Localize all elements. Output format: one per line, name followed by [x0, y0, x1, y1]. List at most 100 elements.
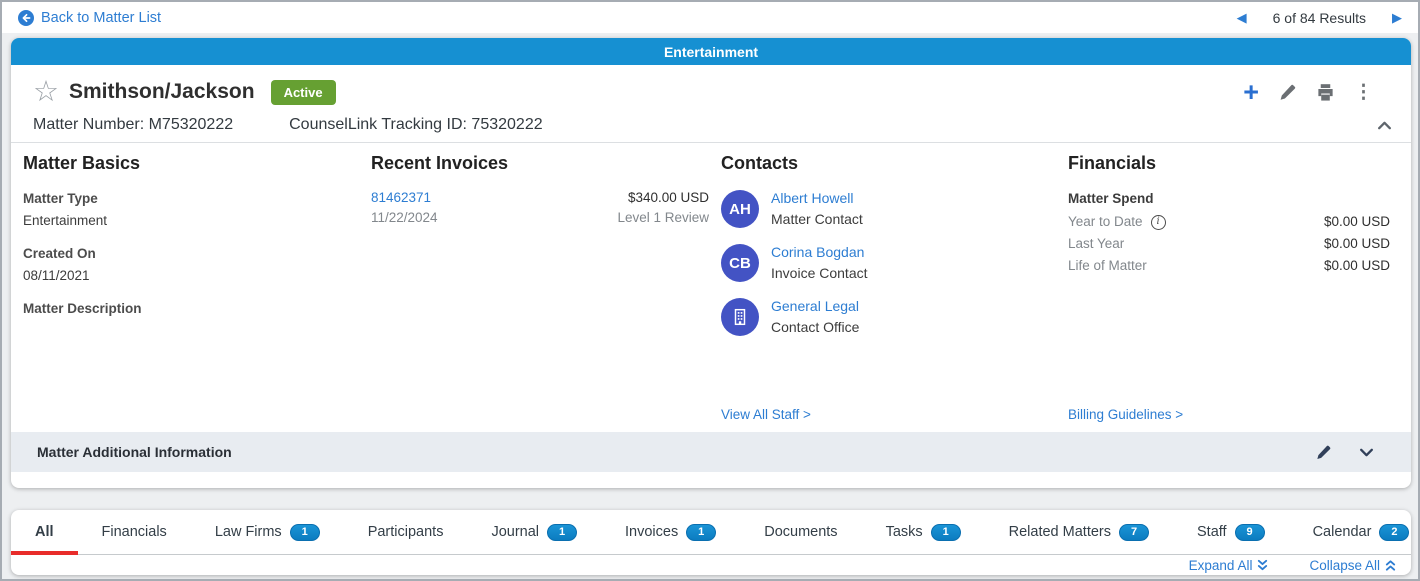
matter-spend-label: Matter Spend	[1068, 188, 1390, 210]
tab-label: Law Firms	[215, 524, 282, 540]
back-to-matter-list-link[interactable]: Back to Matter List	[18, 10, 161, 26]
invoice-row: 81462371 11/22/2024 $340.00 USD Level 1 …	[371, 188, 709, 228]
last-year-label: Last Year	[1068, 233, 1124, 255]
tab-label: All	[35, 524, 54, 540]
matter-basics-title: Matter Basics	[23, 153, 353, 174]
tab-related-matters[interactable]: Related Matters7	[985, 510, 1173, 554]
kebab-menu-icon[interactable]: ⋮	[1354, 81, 1373, 104]
next-result-arrow-icon[interactable]: ▶	[1392, 10, 1402, 26]
collapse-all-label: Collapse All	[1309, 558, 1380, 573]
count-badge: 1	[931, 524, 961, 541]
recent-invoices-section: Recent Invoices 81462371 11/22/2024 $340…	[371, 153, 709, 228]
invoice-number-link[interactable]: 81462371	[371, 190, 431, 205]
tab-label: Journal	[491, 524, 539, 540]
matter-type-value: Entertainment	[23, 210, 353, 232]
favorite-star-icon[interactable]: ☆	[33, 78, 59, 107]
count-badge: 1	[290, 524, 320, 541]
tracking-id: CounselLink Tracking ID: 75320222	[289, 116, 543, 134]
financial-row: Year to Date i $0.00 USD	[1068, 211, 1390, 233]
tab-label: Documents	[764, 524, 837, 540]
add-button[interactable]: +	[1243, 82, 1259, 102]
tab-documents[interactable]: Documents	[740, 510, 861, 554]
tab-law-firms[interactable]: Law Firms 1	[191, 510, 344, 554]
tracking-id-value: 75320222	[471, 116, 542, 133]
matter-type-label: Matter Type	[23, 188, 353, 210]
contact-info: General Legal Contact Office	[771, 296, 859, 338]
invoice-date: 11/22/2024	[371, 208, 438, 228]
contacts-section: Contacts AH Albert Howell Matter Contact…	[721, 153, 1056, 350]
contact-row: CB Corina Bogdan Invoice Contact	[721, 242, 1056, 284]
tab-label: Related Matters	[1009, 524, 1111, 540]
invoice-left: 81462371 11/22/2024	[371, 188, 438, 228]
matter-basics-section: Matter Basics Matter Type Entertainment …	[23, 153, 353, 331]
tab-label: Participants	[368, 524, 444, 540]
print-icon[interactable]	[1316, 83, 1335, 102]
matter-detail-screen: Back to Matter List ◀ 6 of 84 Results ▶ …	[0, 0, 1420, 581]
contact-role: Contact Office	[771, 319, 859, 335]
expand-all-link[interactable]: Expand All	[1189, 558, 1270, 573]
contact-role: Invoice Contact	[771, 265, 868, 281]
tab-financials[interactable]: Financials	[78, 510, 191, 554]
matter-number-label: Matter Number:	[33, 116, 144, 133]
matter-name: Smithson/Jackson	[69, 80, 255, 104]
expand-collapse-row: Expand All Collapse All	[11, 556, 1411, 575]
additional-info-title: Matter Additional Information	[37, 444, 232, 460]
collapse-all-link[interactable]: Collapse All	[1309, 558, 1397, 573]
contact-name-link[interactable]: General Legal	[771, 296, 859, 317]
tab-calendar[interactable]: Calendar2	[1289, 510, 1420, 554]
previous-result-arrow-icon[interactable]: ◀	[1237, 10, 1247, 26]
financials-title: Financials	[1068, 153, 1390, 174]
matter-additional-information-bar[interactable]: Matter Additional Information	[11, 432, 1411, 472]
contact-info: Corina Bogdan Invoice Contact	[771, 242, 868, 284]
billing-guidelines-link[interactable]: Billing Guidelines >	[1068, 407, 1183, 422]
matter-title-row: ☆ Smithson/Jackson Active + ⋮	[11, 72, 1411, 112]
matter-category-header: Entertainment	[11, 38, 1411, 65]
expand-section-chevron-down-icon[interactable]	[1358, 444, 1375, 461]
top-bar: Back to Matter List ◀ 6 of 84 Results ▶	[2, 2, 1418, 33]
tab-bar: All Financials Law Firms 1 Participants J…	[11, 510, 1411, 554]
office-building-icon	[721, 298, 759, 336]
back-circle-arrow-icon	[18, 10, 34, 26]
count-badge: 9	[1235, 524, 1265, 541]
status-badge: Active	[271, 80, 336, 105]
invoice-right: $340.00 USD Level 1 Review	[617, 188, 709, 228]
matter-toolbar: + ⋮	[1243, 81, 1389, 104]
info-icon[interactable]: i	[1151, 215, 1166, 230]
tab-staff[interactable]: Staff 9	[1173, 510, 1289, 554]
year-to-date-label: Year to Date	[1068, 211, 1143, 233]
category-label: Entertainment	[664, 44, 758, 60]
financial-row: Last Year $0.00 USD	[1068, 233, 1390, 255]
contact-name-link[interactable]: Albert Howell	[771, 188, 863, 209]
avatar: AH	[721, 190, 759, 228]
matter-summary-card: Entertainment ☆ Smithson/Jackson Active …	[11, 38, 1411, 488]
tab-all[interactable]: All	[11, 510, 78, 554]
additional-info-actions	[1315, 444, 1389, 461]
tab-label: Financials	[102, 524, 167, 540]
back-link-label: Back to Matter List	[41, 10, 161, 26]
contacts-title: Contacts	[721, 153, 1056, 174]
contact-info: Albert Howell Matter Contact	[771, 188, 863, 230]
double-chevron-down-icon	[1256, 559, 1269, 572]
edit-pencil-icon[interactable]	[1315, 444, 1332, 461]
collapse-card-chevron-up-icon[interactable]	[1376, 117, 1393, 134]
results-counter: 6 of 84 Results	[1273, 10, 1366, 26]
contact-role: Matter Contact	[771, 211, 863, 227]
edit-pencil-icon[interactable]	[1278, 83, 1297, 102]
tracking-id-label: CounselLink Tracking ID:	[289, 116, 467, 133]
financials-section: Financials Matter Spend Year to Date i $…	[1068, 153, 1390, 277]
contact-row: General Legal Contact Office	[721, 296, 1056, 338]
matter-description-label: Matter Description	[23, 298, 353, 320]
view-all-staff-link[interactable]: View All Staff >	[721, 407, 811, 422]
tab-label: Invoices	[625, 524, 678, 540]
recent-invoices-title: Recent Invoices	[371, 153, 709, 174]
tab-tasks[interactable]: Tasks1	[862, 510, 985, 554]
count-badge: 1	[547, 524, 577, 541]
tab-participants[interactable]: Participants	[344, 510, 468, 554]
tab-journal[interactable]: Journal 1	[467, 510, 601, 554]
invoice-status: Level 1 Review	[617, 208, 709, 228]
tab-invoices[interactable]: Invoices1	[601, 510, 740, 554]
tab-label: Staff	[1197, 524, 1227, 540]
last-year-value: $0.00 USD	[1324, 233, 1390, 255]
contact-name-link[interactable]: Corina Bogdan	[771, 242, 868, 263]
invoice-amount: $340.00 USD	[617, 188, 709, 208]
